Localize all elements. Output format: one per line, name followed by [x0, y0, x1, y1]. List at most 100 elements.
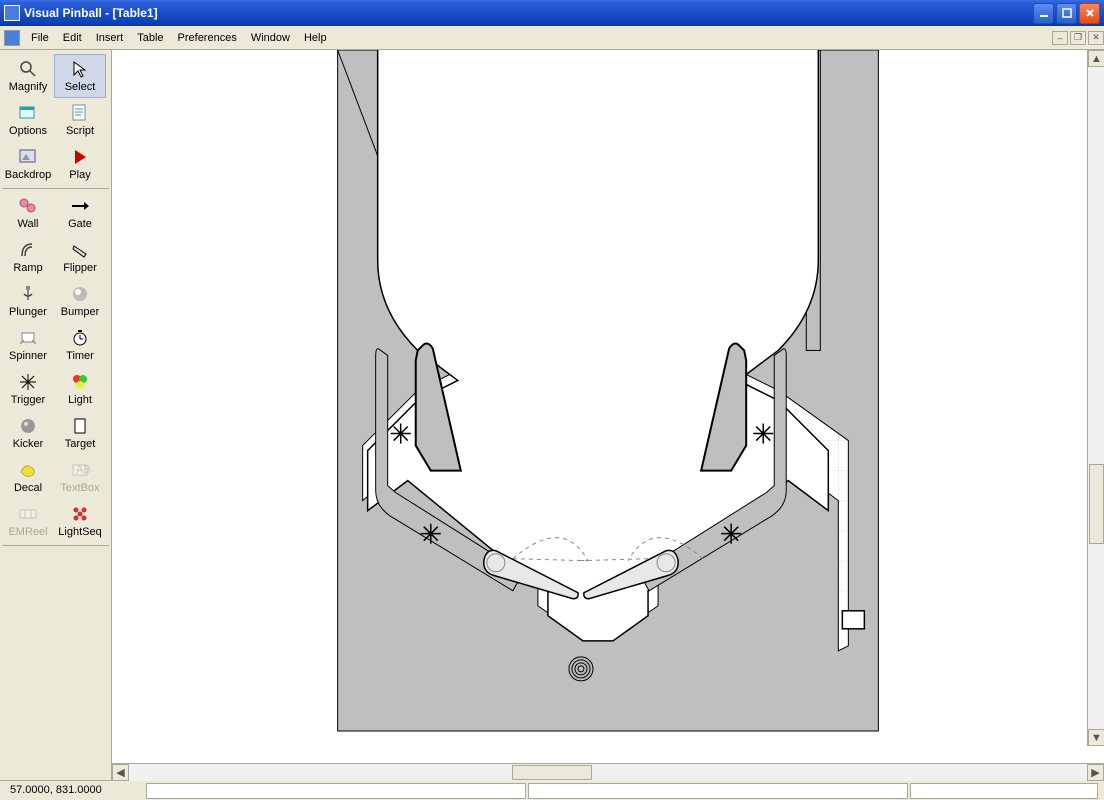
- textbox-icon: AB: [69, 460, 91, 480]
- spinner-icon: [17, 328, 39, 348]
- trigger-icon: [17, 372, 39, 392]
- target-icon: [69, 416, 91, 436]
- tool-light[interactable]: Light: [54, 367, 106, 411]
- menu-edit[interactable]: Edit: [56, 29, 89, 47]
- tool-label-spinner: Spinner: [9, 350, 47, 362]
- light-icon: [69, 372, 91, 392]
- decal-icon: [17, 460, 39, 480]
- lightseq-icon: [69, 504, 91, 524]
- tool-label-textbox: TextBox: [60, 482, 99, 494]
- tool-label-kicker: Kicker: [13, 438, 44, 450]
- bumper-icon: [69, 284, 91, 304]
- vertical-scrollbar[interactable]: ▲ ▼: [1087, 50, 1104, 746]
- mdi-restore-button[interactable]: ❐: [1070, 31, 1086, 45]
- pinball-table: [112, 50, 1104, 763]
- tool-script[interactable]: Script: [54, 98, 106, 142]
- menu-help[interactable]: Help: [297, 29, 334, 47]
- play-icon: [69, 147, 91, 167]
- tool-label-decal: Decal: [14, 482, 42, 494]
- tool-spinner[interactable]: Spinner: [2, 323, 54, 367]
- canvas[interactable]: ▲ ▼: [112, 50, 1104, 763]
- vscroll-thumb[interactable]: [1089, 464, 1104, 544]
- hscroll-thumb[interactable]: [512, 765, 592, 780]
- tool-gate[interactable]: Gate: [54, 191, 106, 235]
- scroll-down-arrow[interactable]: ▼: [1088, 729, 1104, 746]
- options-icon: [17, 103, 39, 123]
- backdrop-icon: [17, 147, 39, 167]
- minimize-button[interactable]: [1033, 3, 1054, 24]
- tool-bumper[interactable]: Bumper: [54, 279, 106, 323]
- tool-target[interactable]: Target: [54, 411, 106, 455]
- status-coords: 57.0000, 831.0000: [4, 783, 144, 799]
- tool-label-backdrop: Backdrop: [5, 169, 51, 181]
- tool-label-gate: Gate: [68, 218, 92, 230]
- tool-plunger[interactable]: Plunger: [2, 279, 54, 323]
- tool-timer[interactable]: Timer: [54, 323, 106, 367]
- tool-wall[interactable]: Wall: [2, 191, 54, 235]
- tool-select[interactable]: Select: [54, 54, 106, 98]
- menu-table[interactable]: Table: [130, 29, 170, 47]
- emreel-icon: [17, 504, 39, 524]
- tool-label-trigger: Trigger: [11, 394, 45, 406]
- mdi-controls: – ❐ ✕: [1050, 31, 1104, 45]
- tool-label-bumper: Bumper: [61, 306, 100, 318]
- scroll-right-arrow[interactable]: ▶: [1087, 764, 1104, 781]
- tool-magnify[interactable]: Magnify: [2, 54, 54, 98]
- svg-text:AB: AB: [76, 464, 90, 476]
- tool-backdrop[interactable]: Backdrop: [2, 142, 54, 186]
- plunger-icon: [17, 284, 39, 304]
- toolbox: Magnify Select Options Script Backdrop Play W…: [0, 50, 112, 780]
- maximize-button[interactable]: [1056, 3, 1077, 24]
- canvas-area: ▲ ▼ ◀ ▶: [112, 50, 1104, 780]
- tool-label-lightseq: LightSeq: [58, 526, 101, 538]
- flipper-icon: [69, 240, 91, 260]
- mdi-app-icon[interactable]: [4, 30, 20, 46]
- status-panel-2: [528, 783, 908, 799]
- tool-decal[interactable]: Decal: [2, 455, 54, 499]
- tool-lightseq[interactable]: LightSeq: [54, 499, 106, 543]
- kicker-icon: [17, 416, 39, 436]
- menu-preferences[interactable]: Preferences: [171, 29, 244, 47]
- tool-label-timer: Timer: [66, 350, 94, 362]
- tool-label-target: Target: [65, 438, 96, 450]
- script-icon: [69, 103, 91, 123]
- tool-label-ramp: Ramp: [13, 262, 42, 274]
- gate-icon: [69, 196, 91, 216]
- close-button[interactable]: [1079, 3, 1100, 24]
- status-panel-1: [146, 783, 526, 799]
- tool-label-plunger: Plunger: [9, 306, 47, 318]
- tool-trigger[interactable]: Trigger: [2, 367, 54, 411]
- magnify-icon: [17, 59, 39, 79]
- titlebar: Visual Pinball - [Table1]: [0, 0, 1104, 26]
- tool-label-magnify: Magnify: [9, 81, 48, 93]
- tool-textbox: AB TextBox: [54, 455, 106, 499]
- menu-window[interactable]: Window: [244, 29, 297, 47]
- mdi-minimize-button[interactable]: –: [1052, 31, 1068, 45]
- timer-icon: [69, 328, 91, 348]
- tool-options[interactable]: Options: [2, 98, 54, 142]
- mdi-close-button[interactable]: ✕: [1088, 31, 1104, 45]
- tool-group-objects: Wall Gate Ramp Flipper Plunger Bumper Spinner T…: [2, 189, 109, 546]
- select-icon: [69, 59, 91, 79]
- menu-file[interactable]: File: [24, 29, 56, 47]
- window-title: Visual Pinball - [Table1]: [24, 6, 1033, 20]
- scroll-up-arrow[interactable]: ▲: [1088, 50, 1104, 67]
- horizontal-scrollbar[interactable]: ◀ ▶: [112, 763, 1104, 780]
- tool-label-script: Script: [66, 125, 94, 137]
- app-icon: [4, 5, 20, 21]
- tool-label-emreel: EMReel: [8, 526, 47, 538]
- statusbar: 57.0000, 831.0000: [0, 780, 1104, 800]
- tool-label-light: Light: [68, 394, 92, 406]
- scroll-left-arrow[interactable]: ◀: [112, 764, 129, 781]
- wall-icon: [17, 196, 39, 216]
- tool-flipper[interactable]: Flipper: [54, 235, 106, 279]
- window-controls: [1033, 3, 1100, 24]
- menu-insert[interactable]: Insert: [89, 29, 131, 47]
- tool-kicker[interactable]: Kicker: [2, 411, 54, 455]
- tool-ramp[interactable]: Ramp: [2, 235, 54, 279]
- tool-label-select: Select: [65, 81, 96, 93]
- tool-play[interactable]: Play: [54, 142, 106, 186]
- tool-label-play: Play: [69, 169, 90, 181]
- menubar: File Edit Insert Table Preferences Windo…: [0, 26, 1104, 50]
- tool-emreel: EMReel: [2, 499, 54, 543]
